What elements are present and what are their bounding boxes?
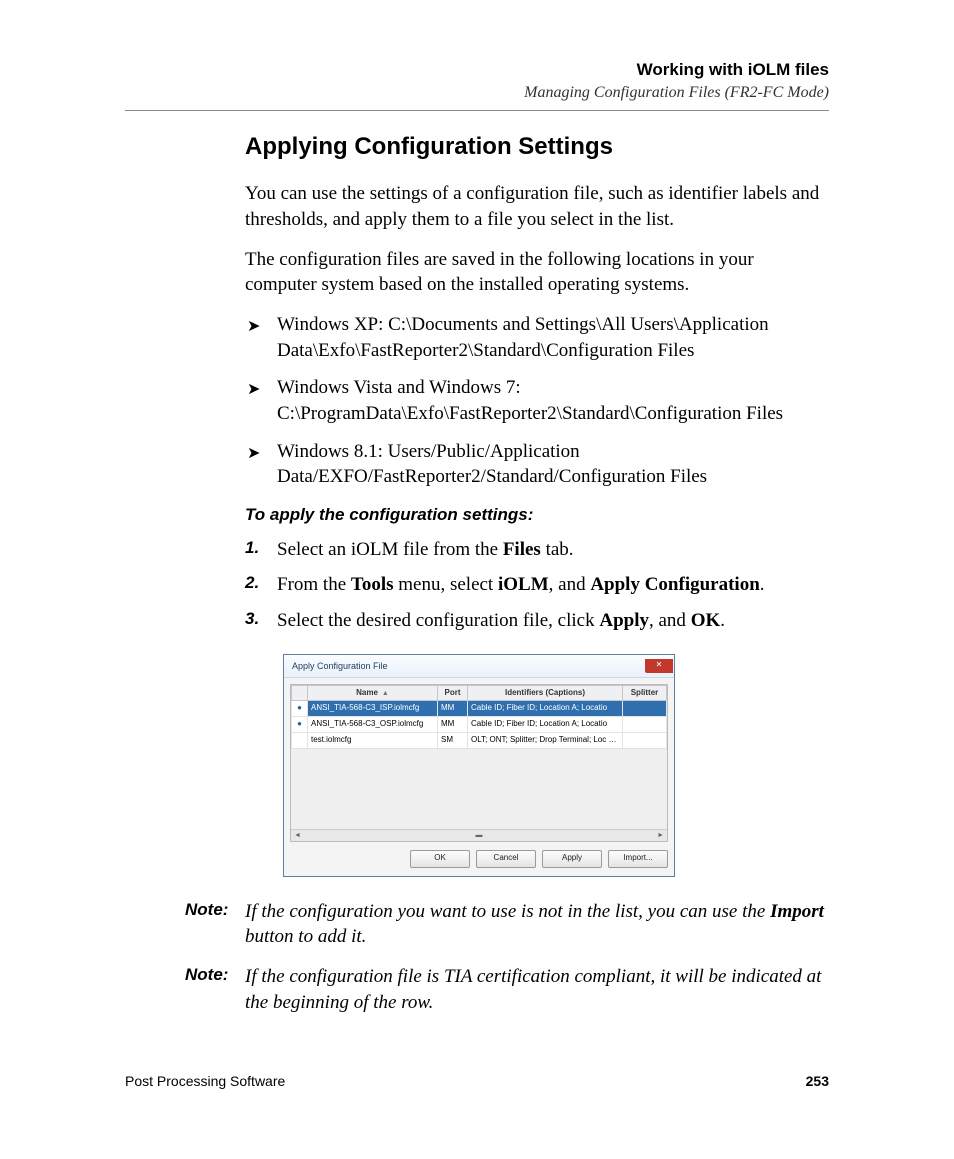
- procedure-steps: Select an iOLM file from the Files tab. …: [245, 537, 829, 634]
- document-page: Working with iOLM files Managing Configu…: [0, 0, 954, 1159]
- grid-row[interactable]: ● ANSI_TIA-568-C3_OSP.iolmcfg MM Cable I…: [292, 717, 667, 733]
- cell-name: test.iolmcfg: [308, 733, 438, 749]
- horizontal-scrollbar[interactable]: ◄ ▬ ►: [291, 829, 667, 841]
- scroll-right-icon[interactable]: ►: [657, 831, 664, 840]
- section-heading: Applying Configuration Settings: [245, 131, 829, 163]
- note-label: Note:: [185, 964, 245, 1015]
- cell-identifiers: Cable ID; Fiber ID; Location A; Locatio: [468, 701, 623, 717]
- footer-product: Post Processing Software: [125, 1073, 285, 1089]
- bullet-arrow-icon: ➤: [247, 379, 260, 401]
- notes-block: Note: If the configuration you want to u…: [185, 899, 829, 1016]
- step-item: Select the desired configuration file, c…: [245, 608, 829, 634]
- grid-header-name[interactable]: Name▲: [308, 685, 438, 701]
- scroll-thumb-icon[interactable]: ▬: [476, 831, 483, 840]
- grid-empty-area: [291, 749, 667, 829]
- scroll-left-icon[interactable]: ◄: [294, 831, 301, 840]
- running-header: Working with iOLM files Managing Configu…: [125, 60, 829, 102]
- cell-name: ANSI_TIA-568-C3_ISP.iolmcfg: [308, 701, 438, 717]
- note-text: If the configuration file is TIA certifi…: [245, 964, 829, 1015]
- cell-port: MM: [438, 717, 468, 733]
- grid-row-selected[interactable]: ● ANSI_TIA-568-C3_ISP.iolmcfg MM Cable I…: [292, 701, 667, 717]
- intro-paragraph-1: You can use the settings of a configurat…: [245, 181, 829, 232]
- tia-indicator-icon: ●: [297, 703, 302, 712]
- cell-splitter: [623, 701, 667, 717]
- grid-header-port[interactable]: Port: [438, 685, 468, 701]
- note-label: Note:: [185, 899, 245, 950]
- tia-indicator-icon: ●: [297, 719, 302, 728]
- location-bullet-list: ➤ Windows XP: C:\Documents and Settings\…: [245, 312, 829, 490]
- step-item: Select an iOLM file from the Files tab.: [245, 537, 829, 563]
- step-item: From the Tools menu, select iOLM, and Ap…: [245, 572, 829, 598]
- cell-name: ANSI_TIA-568-C3_OSP.iolmcfg: [308, 717, 438, 733]
- header-title: Working with iOLM files: [125, 60, 829, 80]
- cell-splitter: [623, 733, 667, 749]
- header-rule: [125, 110, 829, 111]
- note-item: Note: If the configuration file is TIA c…: [185, 964, 829, 1015]
- sort-ascending-icon: ▲: [382, 690, 389, 697]
- dialog-body: Name▲ Port Identifiers (Captions) Splitt…: [284, 678, 674, 876]
- page-footer: Post Processing Software 253: [125, 1073, 829, 1089]
- bullet-arrow-icon: ➤: [247, 316, 260, 338]
- bullet-item: ➤ Windows Vista and Windows 7: C:\Progra…: [245, 375, 829, 426]
- page-number: 253: [806, 1073, 829, 1089]
- apply-button[interactable]: Apply: [542, 850, 602, 868]
- dialog-title-text: Apply Configuration File: [292, 660, 388, 672]
- bullet-arrow-icon: ➤: [247, 443, 260, 465]
- configuration-grid[interactable]: Name▲ Port Identifiers (Captions) Splitt…: [290, 684, 668, 842]
- bullet-item: ➤ Windows XP: C:\Documents and Settings\…: [245, 312, 829, 363]
- header-subtitle: Managing Configuration Files (FR2-FC Mod…: [125, 84, 829, 102]
- body-column: Applying Configuration Settings You can …: [245, 131, 829, 877]
- bullet-text: Windows XP: C:\Documents and Settings\Al…: [277, 314, 769, 361]
- apply-configuration-dialog: Apply Configuration File ✕ Name▲: [283, 654, 675, 877]
- bullet-text: Windows Vista and Windows 7: C:\ProgramD…: [277, 377, 783, 424]
- grid-row[interactable]: test.iolmcfg SM OLT; ONT; Splitter; Drop…: [292, 733, 667, 749]
- dialog-titlebar: Apply Configuration File ✕: [284, 655, 674, 678]
- grid-header-identifiers[interactable]: Identifiers (Captions): [468, 685, 623, 701]
- note-text: If the configuration you want to use is …: [245, 899, 829, 950]
- cell-identifiers: OLT; ONT; Splitter; Drop Terminal; Loc 1…: [468, 733, 623, 749]
- dialog-button-row: OK Cancel Apply Import...: [290, 842, 668, 868]
- bullet-item: ➤ Windows 8.1: Users/Public/Application …: [245, 439, 829, 490]
- cell-port: SM: [438, 733, 468, 749]
- grid-header-row: Name▲ Port Identifiers (Captions) Splitt…: [292, 685, 667, 701]
- bullet-text: Windows 8.1: Users/Public/Application Da…: [277, 441, 707, 488]
- tia-indicator-icon: [292, 733, 308, 749]
- note-item: Note: If the configuration you want to u…: [185, 899, 829, 950]
- close-icon[interactable]: ✕: [645, 659, 673, 673]
- dialog-screenshot: Apply Configuration File ✕ Name▲: [283, 654, 829, 877]
- ok-button[interactable]: OK: [410, 850, 470, 868]
- cell-splitter: [623, 717, 667, 733]
- procedure-subheading: To apply the configuration settings:: [245, 504, 829, 527]
- cell-identifiers: Cable ID; Fiber ID; Location A; Locatio: [468, 717, 623, 733]
- cell-port: MM: [438, 701, 468, 717]
- grid-header-splitter[interactable]: Splitter: [623, 685, 667, 701]
- import-button[interactable]: Import...: [608, 850, 668, 868]
- cancel-button[interactable]: Cancel: [476, 850, 536, 868]
- intro-paragraph-2: The configuration files are saved in the…: [245, 247, 829, 298]
- grid-header-icon: [292, 685, 308, 701]
